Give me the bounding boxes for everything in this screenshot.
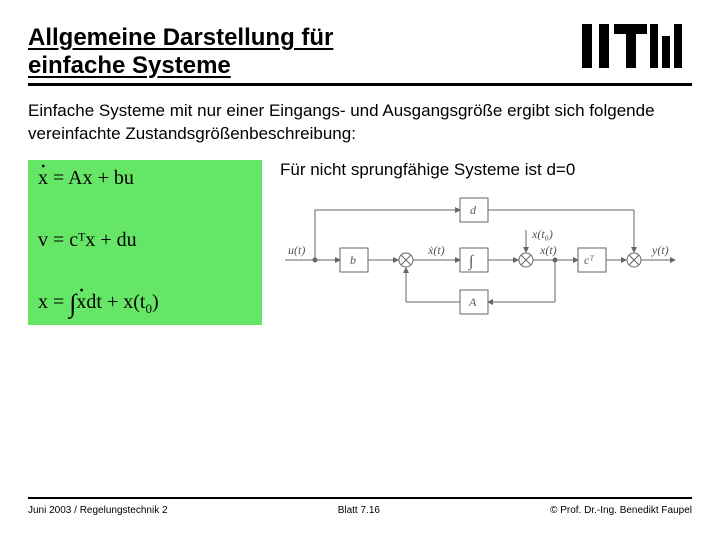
eq3-prefix: x =: [38, 291, 69, 313]
equation-1: x = Ax + bu: [38, 168, 252, 188]
intro-text: Einfache Systeme mit nur einer Eingangs-…: [28, 100, 692, 146]
htw-logo-icon: [582, 24, 692, 68]
title-line-2: einfache Systeme: [28, 52, 231, 79]
diag-A: A: [468, 295, 477, 309]
right-column: Für nicht sprungfähige Systeme ist d=0: [280, 160, 692, 320]
diag-xdot: ẋ(t): [427, 243, 445, 257]
footer: Juni 2003 / Regelungstechnik 2 Blatt 7.1…: [28, 497, 692, 516]
diag-d: d: [470, 203, 477, 217]
footer-center: Blatt 7.16: [338, 505, 380, 516]
integral-icon: ∫: [69, 289, 76, 318]
footer-left: Juni 2003 / Regelungstechnik 2: [28, 505, 168, 516]
diag-x0: x(t₀): [531, 227, 553, 241]
equations-box: x = Ax + bu v = cᵀx + du x = ∫xdt + x(t0…: [28, 160, 262, 325]
equation-2: v = cᵀx + du: [38, 230, 252, 250]
eq1-lhs: x: [38, 168, 48, 188]
eq1-rhs: = Ax + bu: [48, 167, 134, 189]
footer-right: © Prof. Dr.-Ing. Benedikt Faupel: [550, 505, 692, 516]
header: Allgemeine Darstellung für einfache Syst…: [28, 24, 692, 86]
diag-x: x(t): [539, 243, 557, 257]
eq3-var: x: [76, 292, 86, 312]
diag-u: u(t): [288, 243, 305, 257]
diag-cT: cᵀ: [584, 253, 594, 267]
block-diagram: u(t) b ẋ(t) ∫ x(t) x(t₀) cᵀ y(t) A d: [280, 190, 692, 320]
content-row: x = Ax + bu v = cᵀx + du x = ∫xdt + x(t0…: [28, 160, 692, 325]
eq3-suffix-b: ): [152, 291, 159, 313]
slide-title: Allgemeine Darstellung für einfache Syst…: [28, 24, 333, 79]
equation-3: x = ∫xdt + x(t0): [38, 291, 252, 317]
eq3-suffix-a: dt + x(t: [86, 291, 145, 313]
sprung-note: Für nicht sprungfähige Systeme ist d=0: [280, 160, 692, 180]
diag-b: b: [350, 253, 356, 267]
title-line-1: Allgemeine Darstellung für: [28, 24, 333, 51]
diag-y: y(t): [651, 243, 669, 257]
